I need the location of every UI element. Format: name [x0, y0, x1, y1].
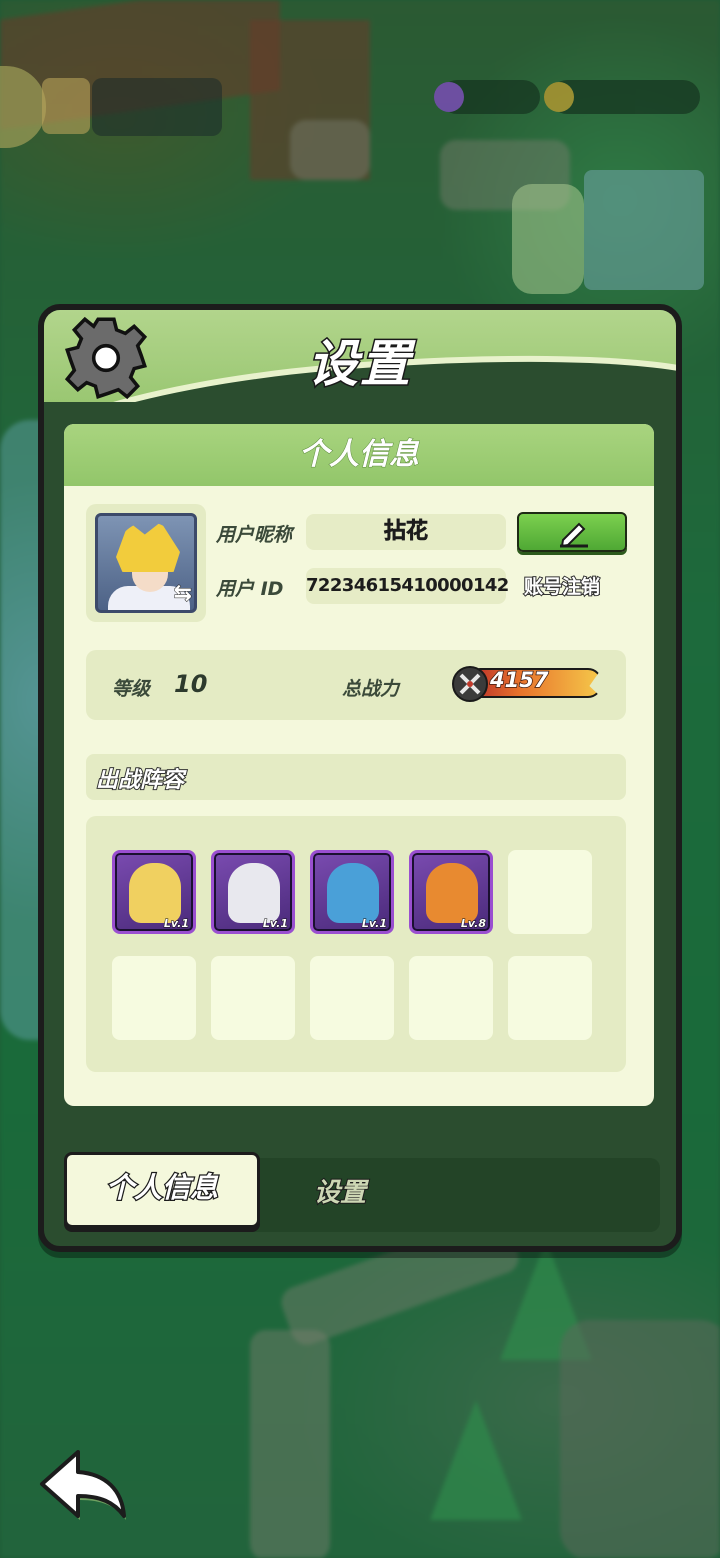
- hero-level: Lv.1: [262, 917, 288, 931]
- hero-level: Lv.1: [163, 917, 189, 931]
- crossed-swords-icon: [452, 666, 488, 702]
- level-label: 等级: [112, 678, 151, 700]
- hud-avatar[interactable]: [42, 78, 90, 134]
- profile-section-title: 个人信息: [64, 424, 654, 486]
- profile-card: 个人信息 ⇆ 用户昵称 拈花 用户 ID 72234615410000142 账…: [64, 424, 654, 1106]
- lineup-empty-slot[interactable]: [508, 850, 592, 934]
- account-delete-link[interactable]: 账号注销: [523, 572, 601, 599]
- hud-coin-counter: [544, 80, 700, 114]
- nickname-label: 用户昵称: [216, 524, 293, 546]
- tab-profile[interactable]: 个人信息: [64, 1152, 260, 1228]
- bottom-tabs: 个人信息 设置: [64, 1152, 660, 1232]
- lineup-hero-slot[interactable]: Lv.1: [211, 850, 295, 934]
- lineup-hero-slot[interactable]: Lv.1: [112, 850, 196, 934]
- avatar[interactable]: ⇆: [86, 504, 206, 622]
- level-value: 10: [174, 670, 208, 698]
- lineup-grid: Lv.1 Lv.1 Lv.1 Lv.8: [86, 816, 626, 1072]
- stats-row: 等级 10 总战力 4157: [86, 650, 626, 720]
- lineup-empty-slot[interactable]: [112, 956, 196, 1040]
- lineup-hero-slot[interactable]: Lv.1: [310, 850, 394, 934]
- map-building: [512, 184, 584, 294]
- user-id-label: 用户 ID: [216, 578, 284, 600]
- tab-settings[interactable]: 设置: [313, 1172, 367, 1209]
- mech-hero-icon: [426, 863, 478, 923]
- power-badge: 4157: [452, 666, 602, 702]
- hero-level: Lv.1: [361, 917, 387, 931]
- settings-panel: 设置 个人信息 ⇆ 用户昵称 拈花 用户 ID 7223461541000014…: [38, 304, 682, 1252]
- nickname-field: 拈花: [306, 514, 506, 550]
- minimap[interactable]: [584, 170, 704, 290]
- swordswoman-hero-icon: [228, 863, 280, 923]
- pencil-icon: [560, 522, 588, 548]
- lineup-empty-slot[interactable]: [310, 956, 394, 1040]
- edit-nickname-button[interactable]: [517, 512, 627, 552]
- shark-hero-icon: [327, 863, 379, 923]
- back-arrow-icon[interactable]: [38, 1446, 130, 1522]
- fairy-hero-icon: [129, 863, 181, 923]
- lineup-empty-slot[interactable]: [211, 956, 295, 1040]
- swap-icon: ⇆: [173, 581, 192, 607]
- hud-player-bar: [92, 78, 222, 136]
- lineup-empty-slot[interactable]: [508, 956, 592, 1040]
- power-label: 总战力: [342, 678, 400, 700]
- hud-gem-counter: [434, 80, 540, 114]
- power-value: 4157: [489, 667, 549, 693]
- hero-level: Lv.8: [460, 917, 486, 931]
- lineup-empty-slot[interactable]: [409, 956, 493, 1040]
- lineup-title: 出战阵容: [95, 767, 185, 794]
- panel-title: 设置: [307, 334, 412, 395]
- lineup-hero-slot[interactable]: Lv.8: [409, 850, 493, 934]
- lineup-header: 出战阵容: [86, 754, 626, 800]
- user-id-field: 72234615410000142: [306, 568, 509, 604]
